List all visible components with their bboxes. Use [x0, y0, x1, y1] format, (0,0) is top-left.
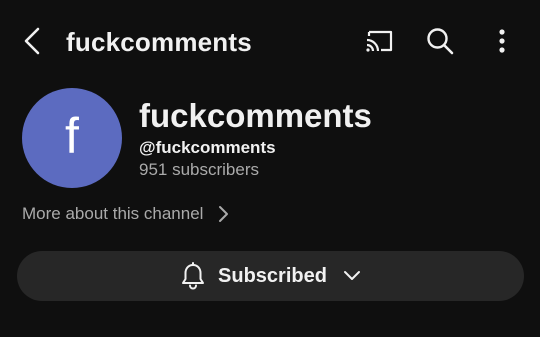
avatar-letter: f	[65, 108, 79, 164]
channel-handle: @fuckcomments	[139, 138, 276, 157]
subscribed-label: Subscribed	[218, 265, 327, 287]
channel-name: fuckcomments	[139, 97, 372, 134]
back-button[interactable]	[18, 24, 48, 58]
chevron-left-icon	[24, 27, 40, 55]
more-about-label: More about this channel	[22, 204, 204, 223]
channel-avatar[interactable]: f	[22, 88, 122, 188]
subscriber-count: 951 subscribers	[139, 160, 260, 179]
page-title: fuckcomments	[66, 27, 252, 57]
subscribed-button[interactable]: Subscribed	[17, 251, 524, 301]
top-app-bar: fuckcomments	[0, 0, 540, 84]
search-icon	[427, 28, 454, 55]
more-about-channel-link[interactable]: More about this channel	[22, 202, 229, 226]
more-vertical-icon	[499, 29, 505, 53]
chevron-right-icon	[217, 205, 229, 223]
cast-button[interactable]	[362, 24, 396, 58]
chevron-down-icon	[343, 270, 361, 282]
search-button[interactable]	[423, 24, 457, 58]
more-options-button[interactable]	[485, 24, 519, 58]
cast-icon	[366, 30, 393, 52]
bell-icon	[180, 262, 206, 290]
